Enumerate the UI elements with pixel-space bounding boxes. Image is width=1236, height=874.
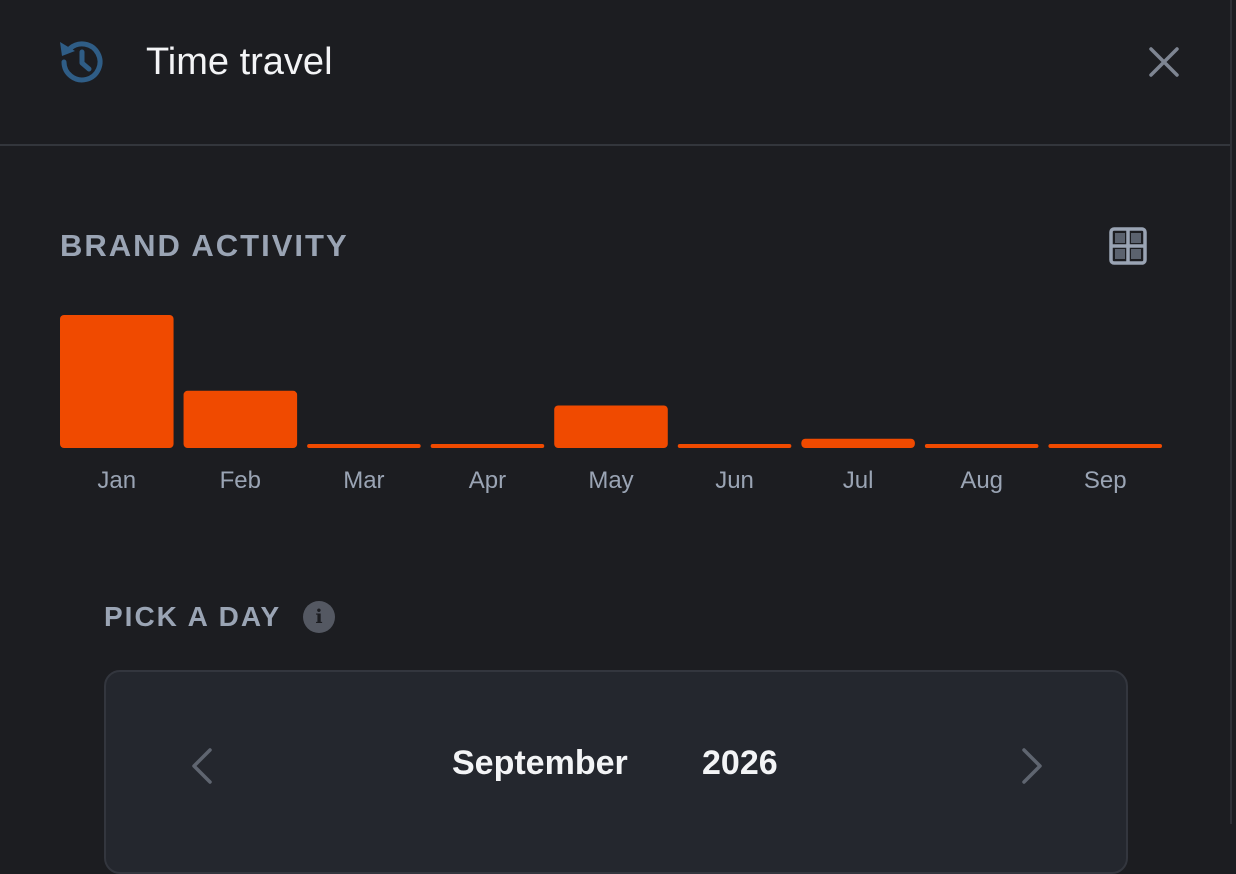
pick-a-day-label: PICK A DAY [104, 601, 282, 632]
panel-header: Time travel [0, 0, 1230, 146]
bar-jan[interactable] [60, 315, 174, 448]
brand-activity-label: BRAND ACTIVITY [60, 228, 349, 263]
tick-label-may: May [588, 467, 633, 494]
info-icon[interactable]: i [303, 601, 335, 633]
history-icon [52, 34, 108, 90]
calendar-year[interactable]: 2026 [702, 744, 778, 783]
tick-label-jun: Jun [715, 467, 754, 494]
tick-label-jul: Jul [843, 467, 874, 494]
chevron-left-icon[interactable] [182, 742, 222, 790]
close-icon[interactable] [1144, 42, 1184, 82]
grid-view-icon[interactable] [1106, 224, 1150, 268]
bar-jun[interactable] [677, 444, 792, 448]
time-travel-panel: Time travel BRAND ACTIVITY Jan Feb Mar Apr M… [0, 0, 1232, 874]
tick-label-jan: Jan [97, 467, 136, 494]
tick-label-apr: Apr [469, 467, 506, 494]
brand-activity-chart: Jan Feb Mar Apr May Jun Jul Aug Sep [60, 300, 1172, 500]
calendar: September 2026 [104, 670, 1128, 874]
calendar-month[interactable]: September [452, 744, 628, 783]
bar-jul[interactable] [801, 438, 915, 448]
tick-label-sep: Sep [1084, 467, 1127, 494]
tick-label-aug: Aug [960, 467, 1003, 494]
activity-bar-chart: Jan Feb Mar Apr May Jun Jul Aug Sep [60, 315, 1162, 494]
bar-apr[interactable] [430, 444, 545, 448]
bar-mar[interactable] [307, 444, 421, 448]
tick-label-mar: Mar [343, 467, 384, 494]
tick-label-feb: Feb [220, 467, 261, 494]
chevron-right-icon[interactable] [1012, 742, 1052, 790]
bar-may[interactable] [554, 405, 668, 448]
bar-aug[interactable] [924, 444, 1039, 448]
panel-title: Time travel [146, 41, 333, 83]
bar-feb[interactable] [183, 390, 298, 448]
bar-sep[interactable] [1048, 444, 1162, 448]
